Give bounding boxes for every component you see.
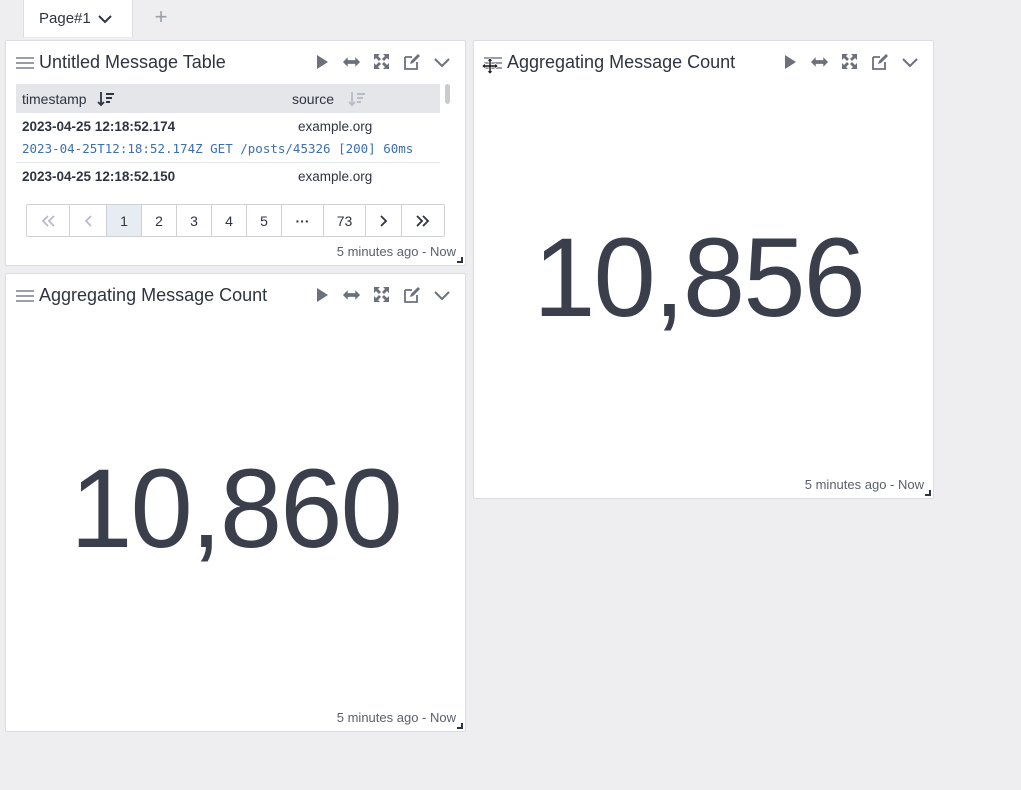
page-button-73[interactable]: 73 [324,205,366,236]
row-message[interactable]: 2023-04-25T12:18:52.174Z GET /posts/4532… [22,141,440,156]
page-ellipsis[interactable]: ··· [282,205,324,236]
column-header-timestamp[interactable]: timestamp [16,91,292,107]
chevron-down-icon[interactable] [97,11,113,27]
first-page-button[interactable] [27,205,70,236]
move-cursor-icon [481,57,499,79]
row-timestamp: 2023-04-25 12:18:52.150 [22,169,176,184]
last-page-button[interactable] [402,205,444,236]
play-icon[interactable] [780,52,799,71]
row-timestamp: 2023-04-25 12:18:52.174 [22,119,176,134]
expand-horizontal-icon[interactable] [342,285,361,304]
double-chevron-right-icon [416,214,430,227]
chevron-right-icon [379,214,387,227]
scrollbar-thumb[interactable] [445,84,450,104]
page-button-1[interactable]: 1 [107,205,142,236]
edit-icon[interactable] [402,52,421,71]
expand-horizontal-icon[interactable] [342,52,361,71]
sort-desc-icon[interactable] [348,91,366,107]
pagination: 1 2 3 4 5 ··· 73 [26,204,445,237]
table-row[interactable]: 2023-04-25 12:18:52.174 example.org 2023… [16,113,440,163]
chevron-left-icon [84,214,92,227]
chevron-down-icon[interactable] [432,285,451,304]
row-source: example.org [298,169,373,184]
widget-actions [780,52,919,71]
message-count-value: 10,856 [533,215,866,340]
message-table: timestamp source 2023-04-25 12:18:52.174… [16,84,440,192]
message-count-widget-right: Aggregating Message Count 10,856 5 minut… [473,40,934,499]
widget-title: Aggregating Message Count [507,52,736,72]
table-row[interactable]: 2023-04-25 12:18:52.150 example.org [16,163,440,192]
page-button-2[interactable]: 2 [142,205,177,236]
message-count-widget-left: Aggregating Message Count 10,860 5 minut… [5,273,466,732]
page-button-5[interactable]: 5 [247,205,282,236]
chevron-down-icon[interactable] [900,52,919,71]
widget-actions [312,285,451,304]
drag-handle-icon[interactable] [16,55,34,71]
widget-title: Aggregating Message Count [39,285,268,305]
row-source: example.org [298,119,373,134]
edit-icon[interactable] [870,52,889,71]
edit-icon[interactable] [402,285,421,304]
page-tab-bar: Page#1 + [0,0,1021,37]
table-scrollbar[interactable] [442,84,452,190]
time-range-label: 5 minutes ago - Now [336,244,456,259]
widget-actions [312,52,451,71]
play-icon[interactable] [312,52,331,71]
expand-horizontal-icon[interactable] [810,52,829,71]
resize-handle-icon[interactable] [457,723,463,729]
table-header-row: timestamp source [16,84,440,113]
widget-header: Aggregating Message Count [6,274,465,318]
time-range-label: 5 minutes ago - Now [804,477,924,492]
sort-desc-icon[interactable] [96,91,115,107]
fullscreen-icon[interactable] [372,285,391,304]
page-button-3[interactable]: 3 [177,205,212,236]
play-icon[interactable] [312,285,331,304]
resize-handle-icon[interactable] [457,257,463,263]
drag-handle-icon[interactable] [16,288,34,304]
fullscreen-icon[interactable] [840,52,859,71]
prev-page-button[interactable] [70,205,107,236]
page-button-4[interactable]: 4 [212,205,247,236]
time-range-label: 5 minutes ago - Now [336,710,456,725]
double-chevron-left-icon [41,214,55,227]
widget-title: Untitled Message Table [39,52,226,72]
chevron-down-icon[interactable] [432,52,451,71]
message-table-widget: Untitled Message Table timestamp source … [5,40,466,266]
column-header-source[interactable]: source [292,91,440,107]
tab-label: Page#1 [39,10,91,27]
resize-handle-icon[interactable] [925,490,931,496]
add-tab-button[interactable]: + [151,5,171,29]
next-page-button[interactable] [366,205,402,236]
widget-header: Untitled Message Table [6,41,465,85]
fullscreen-icon[interactable] [372,52,391,71]
widget-header: Aggregating Message Count [474,41,933,85]
message-count-value: 10,860 [70,446,403,571]
tab-page-1[interactable]: Page#1 [23,0,133,37]
